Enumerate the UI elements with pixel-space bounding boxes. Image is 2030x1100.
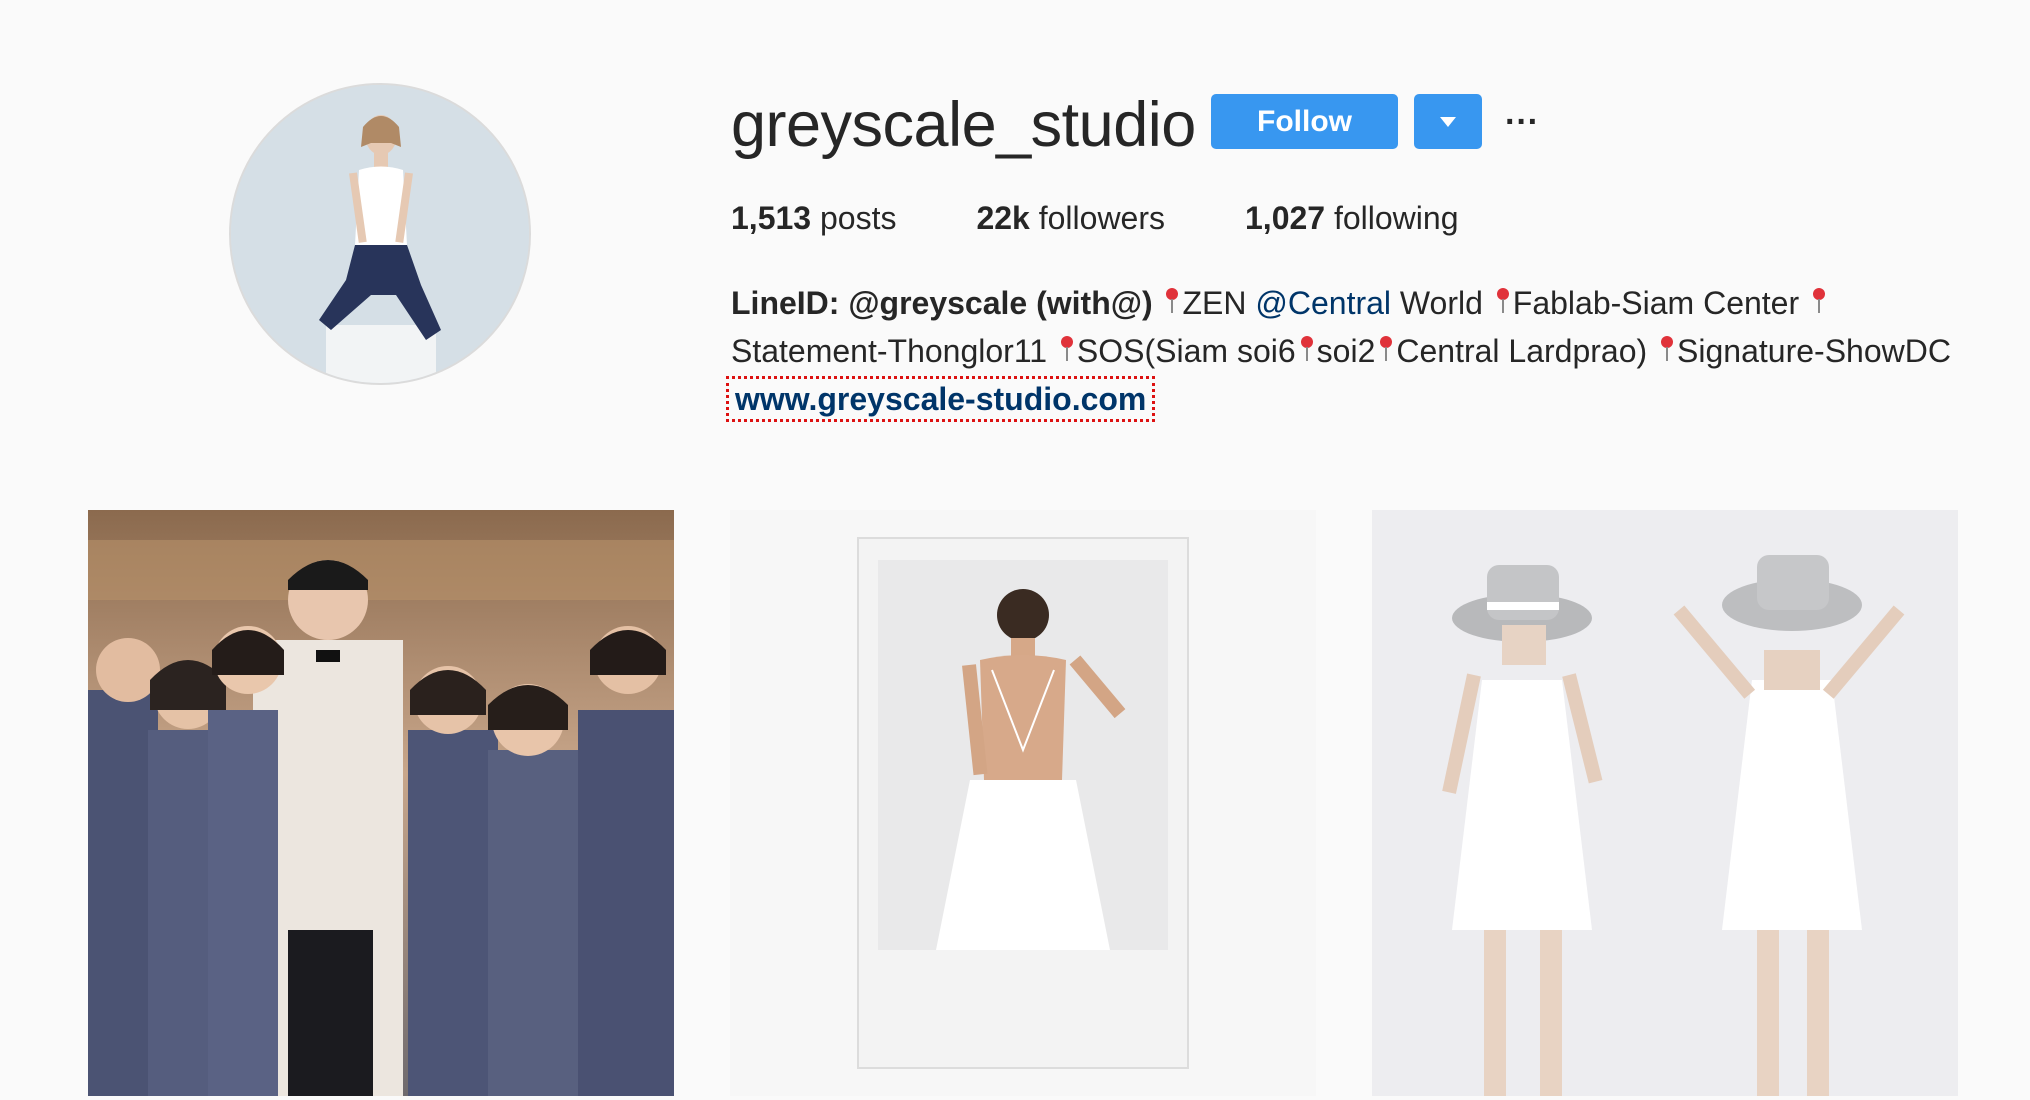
bio-text: Fablab-Siam Center [1512,285,1809,321]
bio-text: World [1391,285,1492,321]
bio-text: Signature-ShowDC [1677,333,1951,369]
caret-down-icon [1440,116,1456,127]
followers-label[interactable]: followers [1039,200,1165,236]
following-label[interactable]: following [1334,200,1459,236]
profile-bio: LineID: @greyscale (with@) ZEN @Central … [725,279,1961,423]
posts-label: posts [819,200,897,236]
followers-count[interactable]: 22k [976,200,1029,236]
profile-avatar[interactable] [229,83,531,385]
avatar-image [231,85,529,383]
location-pin-icon [1660,334,1674,364]
location-pin-icon [1812,286,1826,316]
website-link[interactable]: www.greyscale-studio.com [725,376,1156,422]
following-stat[interactable]: 1,027 following [1245,200,1458,237]
post-thumbnail[interactable] [88,510,674,1096]
location-pin-icon [1165,286,1179,316]
location-pin-icon [1496,286,1510,316]
bio-text: ZEN [1182,285,1256,321]
suggested-accounts-dropdown-button[interactable] [1414,94,1482,149]
follow-button[interactable]: Follow [1211,94,1398,149]
white-dresses-hats-photo-icon [1372,510,1958,1096]
bio-text: soi2 [1316,333,1376,369]
location-pin-icon [1379,334,1393,364]
bio-mention-link[interactable]: @Central [1255,285,1391,321]
bio-line-id: LineID: @greyscale (with@) [731,285,1153,321]
profile-username: greyscale_studio [731,90,1196,160]
bio-text: Central Lardprao) [1396,333,1657,369]
post-thumbnail[interactable] [1372,510,1958,1096]
wedding-party-photo-icon [88,510,674,1096]
following-count[interactable]: 1,027 [1245,200,1325,236]
polaroid-white-dress-photo-icon [730,510,1316,1096]
post-thumbnail[interactable] [730,510,1316,1096]
more-options-icon[interactable]: ··· [1502,100,1542,144]
profile-stats: 1,513 posts 22k followers 1,027 followin… [731,200,1538,237]
followers-stat[interactable]: 22k followers [976,200,1165,237]
bio-text: Statement-Thonglor11 [731,333,1056,369]
bio-text: SOS(Siam soi6 [1076,333,1296,369]
posts-count: 1,513 [731,200,812,236]
location-pin-icon [1060,334,1074,364]
posts-stat: 1,513 posts [731,200,896,237]
location-pin-icon [1300,334,1314,364]
